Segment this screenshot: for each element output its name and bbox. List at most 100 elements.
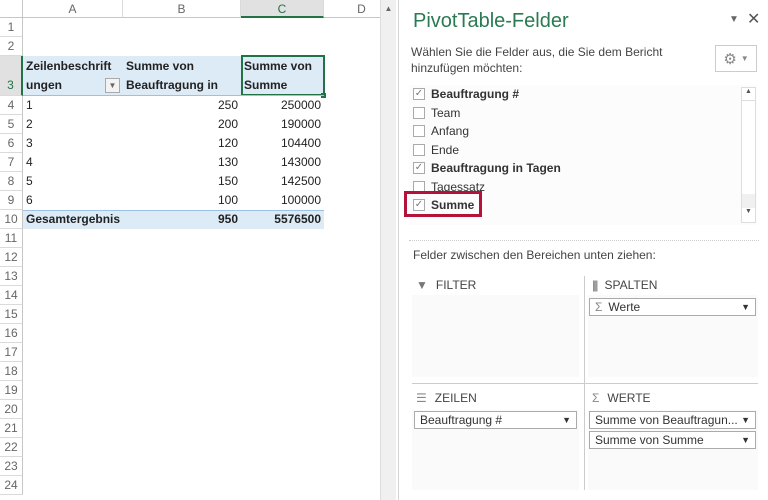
row-header-5[interactable]: 5: [0, 115, 23, 134]
spreadsheet-grid[interactable]: A B C D 1 2 3 4 5 6 7 8 9 10 11 12 13 14 15 16 17 18 19 20 2…: [0, 0, 380, 500]
pivot-header-b-line1[interactable]: Summe von: [123, 57, 241, 76]
highlight-box: [404, 191, 482, 217]
pivot-value-c[interactable]: 142500: [241, 172, 324, 191]
pivot-row-label[interactable]: 5: [23, 172, 123, 191]
pivot-value-c[interactable]: 104400: [241, 134, 324, 153]
field-item[interactable]: ✓ Beauftragung #: [413, 85, 519, 103]
field-checkbox[interactable]: [413, 143, 425, 156]
sigma-icon: Σ: [595, 300, 603, 314]
grand-total-b[interactable]: 950: [123, 210, 241, 229]
row-header-7[interactable]: 7: [0, 153, 23, 172]
field-item[interactable]: Ende: [413, 141, 459, 159]
scroll-thumb[interactable]: [742, 101, 755, 194]
pivot-row-label-header-line1[interactable]: Zeilenbeschrift: [23, 57, 123, 76]
pivot-value-c[interactable]: 143000: [241, 153, 324, 172]
row-header-3[interactable]: 3: [0, 56, 23, 96]
chevron-down-icon[interactable]: ▼: [741, 299, 750, 315]
rows-area-label: ZEILEN: [434, 391, 477, 405]
pane-options-icon[interactable]: ▼: [729, 14, 739, 25]
columns-item-werte[interactable]: Σ Werte ▼: [589, 298, 756, 316]
row-header-20[interactable]: 20: [0, 400, 23, 419]
pivot-value-c[interactable]: 250000: [241, 96, 324, 115]
row-header-1[interactable]: 1: [0, 18, 23, 37]
row-header-6[interactable]: 6: [0, 134, 23, 153]
row-header-16[interactable]: 16: [0, 324, 23, 343]
chevron-down-icon[interactable]: ▼: [741, 432, 750, 448]
column-header-d[interactable]: D: [324, 0, 380, 18]
row-header-8[interactable]: 8: [0, 172, 23, 191]
chevron-down-icon[interactable]: ▼: [562, 412, 571, 428]
column-header-b[interactable]: B: [123, 0, 241, 18]
rows-icon: ☰: [416, 391, 427, 405]
row-header-15[interactable]: 15: [0, 305, 23, 324]
row-header-22[interactable]: 22: [0, 438, 23, 457]
pivot-value-b[interactable]: 100: [123, 191, 241, 210]
field-label: Beauftragung #: [431, 87, 520, 101]
pivot-row-label[interactable]: 3: [23, 134, 123, 153]
scroll-down-icon[interactable]: ▼: [742, 208, 755, 215]
sigma-icon: Σ: [592, 391, 600, 405]
pivot-header-c-line2[interactable]: Summe: [241, 76, 324, 95]
field-checkbox[interactable]: ✓: [413, 88, 425, 100]
pane-title: PivotTable-Felder: [413, 10, 569, 32]
column-header-a[interactable]: A: [23, 0, 123, 18]
tools-button[interactable]: ⚙ ▼: [715, 45, 757, 72]
field-item[interactable]: ✓ Beauftragung in Tagen: [413, 159, 561, 177]
row-header-19[interactable]: 19: [0, 381, 23, 400]
pivot-row-label[interactable]: 4: [23, 153, 123, 172]
filter-area-label: FILTER: [435, 278, 477, 292]
scroll-up-icon[interactable]: ▲: [742, 88, 755, 101]
pane-divider: [409, 240, 759, 241]
pivot-value-b[interactable]: 130: [123, 153, 241, 172]
field-item[interactable]: Team: [413, 104, 460, 122]
pivot-value-c[interactable]: 190000: [241, 115, 324, 134]
pivot-row-label[interactable]: 1: [23, 96, 123, 115]
pivot-header-b-line2[interactable]: Beauftragung in: [123, 76, 241, 95]
values-item-label: Summe von Summe: [595, 433, 704, 447]
rows-item-beauftragung[interactable]: Beauftragung # ▼: [414, 411, 577, 429]
columns-icon: ||||: [592, 278, 599, 292]
row-header-24[interactable]: 24: [0, 476, 23, 495]
filter-dropdown-icon[interactable]: ▼: [105, 78, 120, 93]
pivot-row-label[interactable]: 6: [23, 191, 123, 210]
row-header-4[interactable]: 4: [0, 96, 23, 115]
sheet-vertical-scrollbar[interactable]: ▲: [380, 0, 396, 500]
row-header-14[interactable]: 14: [0, 286, 23, 305]
pivot-value-c[interactable]: 100000: [241, 191, 324, 210]
row-header-10[interactable]: 10: [0, 210, 23, 229]
field-checkbox[interactable]: [413, 125, 425, 137]
field-item[interactable]: Anfang: [413, 122, 469, 140]
grand-total-label[interactable]: Gesamtergebnis: [23, 210, 123, 229]
row-header-2[interactable]: 2: [0, 37, 23, 56]
field-checkbox[interactable]: [413, 106, 425, 119]
pivot-header-c-line1[interactable]: Summe von: [241, 57, 324, 76]
pivot-value-b[interactable]: 250: [123, 96, 241, 115]
pivot-row-label[interactable]: 2: [23, 115, 123, 134]
row-header-12[interactable]: 12: [0, 248, 23, 267]
field-list-scrollbar[interactable]: ▲ ▼: [741, 87, 756, 223]
filter-area[interactable]: [412, 295, 579, 377]
field-label: Anfang: [431, 124, 470, 138]
pivot-value-b[interactable]: 120: [123, 134, 241, 153]
row-header-17[interactable]: 17: [0, 343, 23, 362]
values-item-1[interactable]: Summe von Beauftragun... ▼: [589, 411, 756, 429]
scroll-up-icon[interactable]: ▲: [381, 4, 396, 13]
close-icon[interactable]: ✕: [747, 9, 760, 29]
row-header-21[interactable]: 21: [0, 419, 23, 438]
pivottable-fields-pane: PivotTable-Felder ▼ ✕ Wählen Sie die Fel…: [398, 0, 768, 500]
field-label: Ende: [431, 142, 460, 157]
field-label: Beauftragung in Tagen: [431, 161, 561, 175]
grand-total-c[interactable]: 5576500: [241, 210, 324, 229]
values-item-2[interactable]: Summe von Summe ▼: [589, 431, 756, 449]
select-all-corner[interactable]: [0, 0, 23, 18]
row-header-23[interactable]: 23: [0, 457, 23, 476]
row-header-9[interactable]: 9: [0, 191, 23, 210]
pivot-value-b[interactable]: 200: [123, 115, 241, 134]
pivot-value-b[interactable]: 150: [123, 172, 241, 191]
chevron-down-icon[interactable]: ▼: [741, 412, 750, 428]
row-header-11[interactable]: 11: [0, 229, 23, 248]
field-checkbox[interactable]: ✓: [413, 162, 425, 174]
row-header-13[interactable]: 13: [0, 267, 23, 286]
row-header-18[interactable]: 18: [0, 362, 23, 381]
column-header-c[interactable]: C: [241, 0, 324, 18]
